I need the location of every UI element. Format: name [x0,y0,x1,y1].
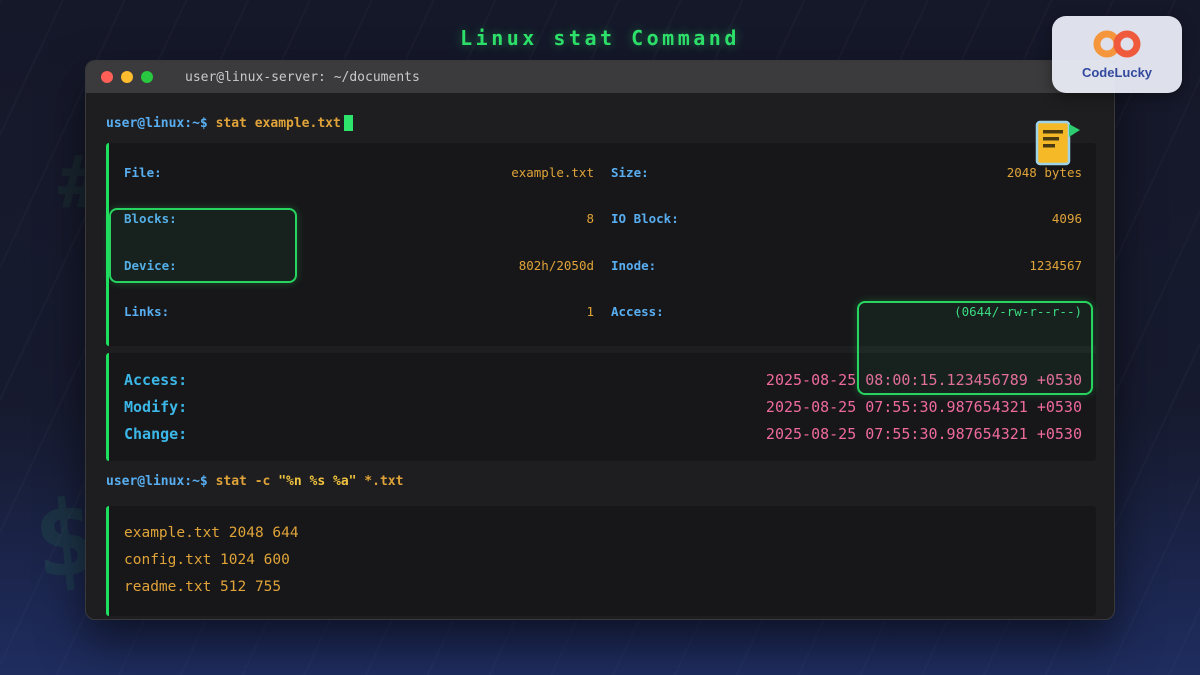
stat-label: Inode: [611,258,656,273]
file-document-icon [1032,119,1080,173]
stat-row-blocks-ioblock: Blocks: 8 IO Block: 4096 [124,196,1082,243]
command-args: *.txt [356,474,403,489]
command-line-2: user@linux:~$ stat -c "%n %s %a" *.txt [106,474,403,489]
command-text: stat -c [216,474,279,489]
format-output-panel: example.txt 2048 644 config.txt 1024 600… [106,506,1096,616]
terminal-titlebar: user@linux-server: ~/documents [86,61,1114,93]
page: { "page": { "title": "Linux stat Command… [0,0,1200,675]
stat-label: IO Block: [611,211,679,226]
timestamps-panel: Access: 2025-08-25 08:00:15.123456789 +0… [106,353,1096,461]
command-format-string: "%n %s %a" [278,474,356,489]
stat-label: Links: [124,304,169,319]
command-text: stat example.txt [216,116,341,131]
timestamp-label: Access: [124,371,187,389]
maximize-button-icon[interactable] [141,71,153,83]
stat-label: Device: [124,258,177,273]
output-line: config.txt 1024 600 [124,546,1082,573]
timestamp-value: 2025-08-25 07:55:30.987654321 +0530 [766,398,1082,416]
shell-prompt: user@linux:~$ [106,116,216,131]
timestamp-label: Modify: [124,398,187,416]
stat-value: 8 [586,211,594,226]
terminal-cursor [344,115,353,131]
stat-row-device-inode: Device: 802h/2050d Inode: 1234567 [124,242,1082,289]
brand-name: CodeLucky [1082,65,1152,80]
brand-logo-card[interactable]: CodeLucky [1052,16,1182,93]
close-button-icon[interactable] [101,71,113,83]
shell-prompt: user@linux:~$ [106,474,216,489]
stat-output-panel: File: example.txt Size: 2048 bytes Block… [106,143,1096,346]
infinity-icon [1088,29,1146,63]
stat-label: File: [124,165,162,180]
timestamp-row-change: Change: 2025-08-25 07:55:30.987654321 +0… [124,420,1082,447]
stat-label: Size: [611,165,649,180]
stat-label: Access: [611,304,664,319]
command-line-1: user@linux:~$ stat example.txt [106,115,353,131]
timestamp-value: 2025-08-25 08:00:15.123456789 +0530 [766,371,1082,389]
stat-value: 802h/2050d [519,258,594,273]
stat-row-file-size: File: example.txt Size: 2048 bytes [124,149,1082,196]
terminal-body: user@linux:~$ stat example.txt File: exa… [86,93,1114,621]
stat-value: example.txt [511,165,594,180]
timestamp-value: 2025-08-25 07:55:30.987654321 +0530 [766,425,1082,443]
timestamp-label: Change: [124,425,187,443]
timestamp-row-modify: Modify: 2025-08-25 07:55:30.987654321 +0… [124,393,1082,420]
stat-value: 1 [586,304,594,319]
stat-value: 1234567 [1029,258,1082,273]
stat-permissions-value: (0644/-rw-r--r--) [954,304,1082,319]
stat-label: Blocks: [124,211,177,226]
output-line: example.txt 2048 644 [124,519,1082,546]
terminal-title: user@linux-server: ~/documents [185,70,420,85]
timestamp-row-access: Access: 2025-08-25 08:00:15.123456789 +0… [124,366,1082,393]
output-line: readme.txt 512 755 [124,573,1082,600]
terminal-window: user@linux-server: ~/documents user@linu… [85,60,1115,620]
page-title: Linux stat Command [0,26,1200,50]
stat-value: 4096 [1052,211,1082,226]
minimize-button-icon[interactable] [121,71,133,83]
stat-row-links-access: Links: 1 Access: (0644/-rw-r--r--) [124,289,1082,336]
